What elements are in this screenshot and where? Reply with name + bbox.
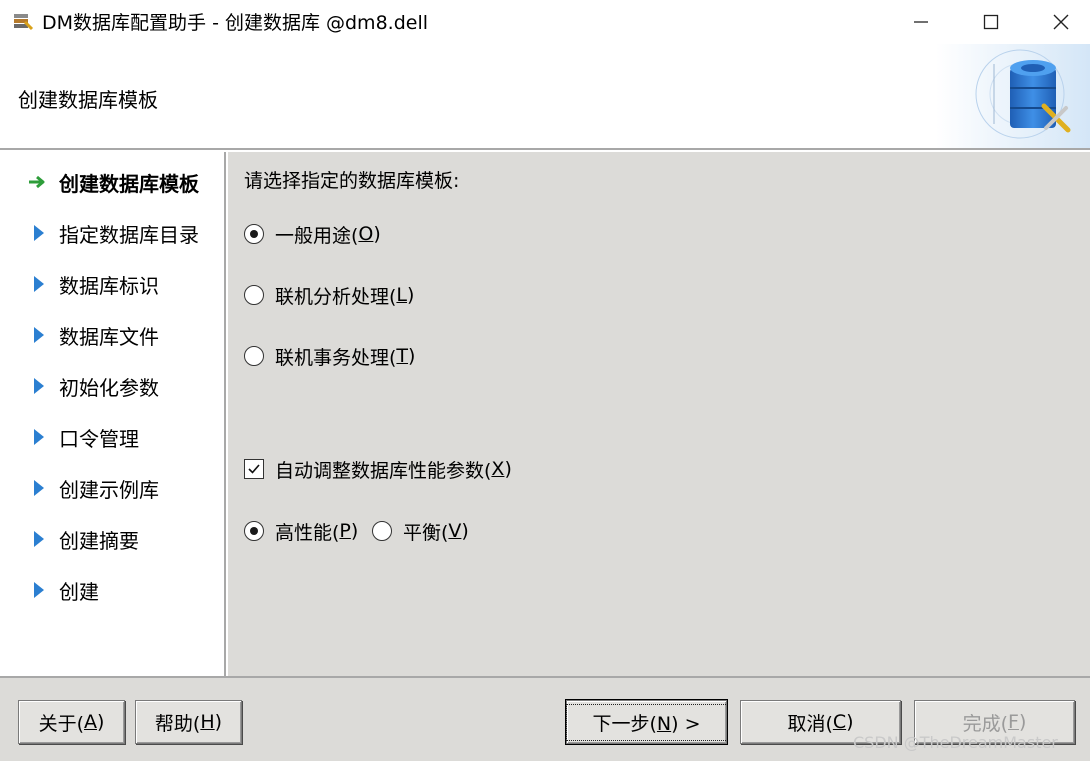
button-label: 帮助( [154, 712, 201, 735]
step-password: 口令管理 [0, 417, 226, 457]
radio-olap[interactable]: 联机分析处理(L) [244, 281, 414, 309]
maximize-button[interactable] [962, 0, 1020, 44]
blue-triangle-icon [34, 378, 44, 394]
step-init-params: 初始化参数 [0, 366, 226, 406]
template-prompt: 请选择指定的数据库模板: [244, 170, 460, 192]
blue-triangle-icon [34, 225, 44, 241]
option-label: 一般用途( [275, 224, 359, 247]
green-arrow-icon [29, 175, 45, 189]
step-label: 数据库文件 [59, 325, 159, 349]
close-button[interactable] [1032, 0, 1090, 44]
radio-high-performance[interactable]: 高性能(P) [244, 517, 358, 545]
mnemonic: P [339, 520, 351, 542]
mnemonic: L [396, 284, 408, 306]
checkbox-suffix: ) [504, 458, 512, 480]
maximize-icon [983, 14, 999, 30]
button-suffix: ) [1018, 711, 1027, 733]
mnemonic: H [200, 711, 215, 733]
main-panel: 请选择指定的数据库模板: 一般用途(O) 联机分析处理(L) 联机事务处理(T)… [228, 152, 1090, 676]
wizard-steps: 创建数据库模板 指定数据库目录 数据库标识 数据库文件 初始化参数 口令管理 创… [0, 152, 226, 676]
radio-button[interactable] [244, 285, 264, 305]
mnemonic: N [656, 712, 672, 735]
button-suffix: ) [846, 711, 854, 733]
checkbox[interactable] [244, 459, 264, 479]
radio-button[interactable] [372, 521, 392, 541]
step-sample-db: 创建示例库 [0, 468, 226, 508]
step-label: 创建示例库 [59, 478, 159, 502]
option-label: 平衡( [403, 521, 449, 544]
app-icon [14, 14, 34, 31]
mnemonic: O [358, 223, 374, 245]
watermark: CSDN @TheDreamMaster [853, 733, 1058, 752]
button-label: 关于( [38, 712, 84, 735]
option-label: 高性能( [275, 521, 340, 544]
radio-general-purpose[interactable]: 一般用途(O) [244, 220, 381, 248]
radio-balanced[interactable]: 平衡(V) [372, 517, 469, 545]
step-summary: 创建摘要 [0, 519, 226, 559]
button-label: 下一步( [592, 712, 657, 735]
blue-triangle-icon [34, 327, 44, 343]
mnemonic: T [396, 345, 409, 367]
radio-button[interactable] [244, 346, 264, 366]
option-suffix: ) [407, 284, 415, 306]
step-label: 数据库标识 [59, 274, 159, 298]
step-label: 口令管理 [59, 427, 139, 451]
radio-button[interactable] [244, 521, 264, 541]
option-label: 联机事务处理( [275, 346, 397, 369]
option-suffix: ) [408, 345, 416, 367]
mnemonic: X [491, 458, 505, 480]
title-bar: DM数据库配置助手 - 创建数据库 @dm8.dell [0, 0, 1090, 44]
step-db-files: 数据库文件 [0, 315, 226, 355]
mnemonic: V [448, 520, 462, 542]
page-header: 创建数据库模板 [0, 44, 1090, 150]
check-icon [248, 464, 260, 474]
step-label: 创建 [59, 580, 99, 604]
close-icon [1053, 14, 1069, 30]
mnemonic: F [1008, 711, 1019, 733]
step-label: 指定数据库目录 [59, 223, 199, 247]
option-suffix: ) [373, 223, 381, 245]
window-title: DM数据库配置助手 - 创建数据库 @dm8.dell [42, 12, 429, 34]
step-create-template: 创建数据库模板 [0, 162, 226, 202]
radio-dot [250, 230, 258, 238]
next-button[interactable]: 下一步(N) > [565, 699, 728, 745]
step-label: 初始化参数 [59, 376, 159, 400]
blue-triangle-icon [34, 582, 44, 598]
checkbox-label: 自动调整数据库性能参数( [275, 459, 492, 482]
about-button[interactable]: 关于(A) [18, 700, 125, 744]
option-suffix: ) [350, 520, 359, 542]
next-button-focus: 下一步(N) > [565, 703, 728, 741]
step-label: 创建摘要 [59, 529, 139, 553]
blue-triangle-icon [34, 480, 44, 496]
option-suffix: ) [461, 520, 469, 542]
minimize-button[interactable] [892, 0, 950, 44]
step-db-identity: 数据库标识 [0, 264, 226, 304]
blue-triangle-icon [34, 429, 44, 445]
button-suffix: ) [214, 711, 223, 733]
blue-triangle-icon [34, 276, 44, 292]
button-suffix: ) > [671, 712, 701, 735]
button-suffix: ) [97, 711, 105, 733]
radio-dot [250, 527, 258, 535]
step-label: 创建数据库模板 [59, 172, 199, 196]
mnemonic: A [84, 711, 97, 733]
database-wrench-icon [936, 44, 1090, 148]
page-title: 创建数据库模板 [18, 88, 158, 112]
blue-triangle-icon [34, 531, 44, 547]
option-label: 联机分析处理( [275, 285, 397, 308]
help-button[interactable]: 帮助(H) [135, 700, 242, 744]
button-label: 取消( [787, 712, 833, 735]
mnemonic: C [832, 711, 847, 733]
checkbox-auto-tune[interactable]: 自动调整数据库性能参数(X) [244, 455, 512, 483]
radio-oltp[interactable]: 联机事务处理(T) [244, 342, 415, 370]
step-create: 创建 [0, 570, 226, 610]
step-db-directory: 指定数据库目录 [0, 213, 226, 253]
button-label: 完成( [962, 712, 1009, 735]
radio-button[interactable] [244, 224, 264, 244]
minimize-icon [914, 21, 928, 23]
